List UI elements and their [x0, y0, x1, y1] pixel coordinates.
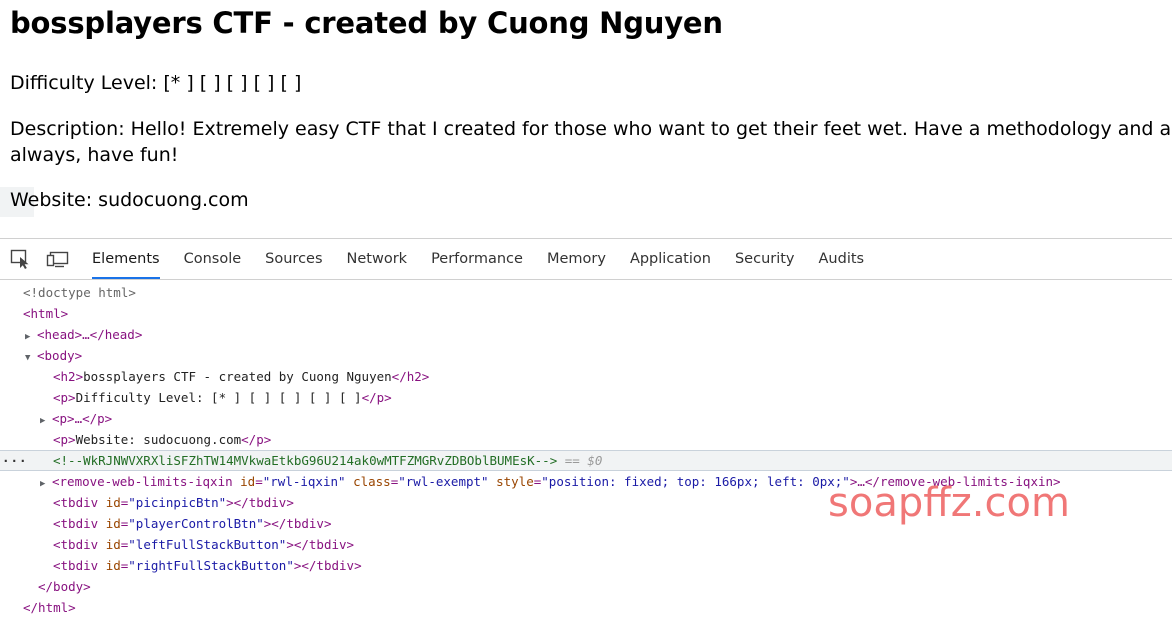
tag-text: </html>	[23, 600, 76, 615]
attr-value: "rwl-iqxin"	[262, 474, 346, 489]
tag-text: <tbdiv	[53, 537, 99, 552]
website-text: Website: sudocuong.com	[10, 189, 249, 211]
node-text: Difficulty Level: [* ] [ ] [ ] [ ] [ ]	[75, 390, 362, 405]
tag-text: <p>	[53, 390, 76, 405]
dom-node-body[interactable]: ▼ <body>	[0, 345, 1172, 366]
attr-name: style	[496, 474, 534, 489]
tag-text: <head>…</head>	[37, 327, 143, 342]
selected-marker: == $0	[564, 453, 603, 468]
tag-text: ></tbdiv>	[263, 516, 332, 531]
tag-text: <body>	[37, 348, 83, 363]
tab-audits[interactable]: Audits	[807, 239, 877, 279]
tag-text: </body>	[38, 579, 91, 594]
tag-text: <html>	[23, 306, 69, 321]
tag-text: ></tbdiv>	[293, 558, 362, 573]
tag-text: <p>	[53, 432, 76, 447]
tab-sources[interactable]: Sources	[253, 239, 334, 279]
tab-security[interactable]: Security	[723, 239, 807, 279]
attr-name: id	[105, 537, 121, 552]
tag-text: <tbdiv	[53, 516, 99, 531]
devtools-toolbar: Elements Console Sources Network Perform…	[0, 238, 1172, 280]
node-text: Website: sudocuong.com	[75, 432, 242, 447]
tab-memory[interactable]: Memory	[535, 239, 618, 279]
device-toolbar-icon[interactable]	[46, 249, 69, 269]
dom-node-comment-selected[interactable]: ··· <!--WkRJNWVXRXliSFZhTW14MVkwaEtkbG96…	[0, 450, 1172, 471]
tab-performance[interactable]: Performance	[419, 239, 535, 279]
dom-node-head[interactable]: ▶ <head>…</head>	[0, 324, 1172, 345]
tag-text: <h2>	[53, 369, 84, 384]
tag-text: <tbdiv	[53, 495, 99, 510]
tag-text: </p>	[241, 432, 272, 447]
attr-value: "position: fixed; top: 166px; left: 0px;…	[541, 474, 850, 489]
comment-text: <!--WkRJNWVXRXliSFZhTW14MVkwaEtkbG96U214…	[53, 453, 558, 468]
tab-application[interactable]: Application	[618, 239, 723, 279]
tag-text: <p>…</p>	[52, 411, 113, 426]
tab-elements[interactable]: Elements	[80, 239, 172, 279]
dom-node-p-difficulty[interactable]: <p>Difficulty Level: [* ] [ ] [ ] [ ] [ …	[0, 387, 1172, 408]
inspect-element-icon[interactable]	[10, 249, 32, 269]
tag-text: ></tbdiv>	[226, 495, 294, 510]
dom-node-body-close[interactable]: </body>	[0, 576, 1172, 597]
attr-name: id	[105, 558, 121, 573]
dom-node-p-description[interactable]: ▶ <p>…</p>	[0, 408, 1172, 429]
dom-node-h2[interactable]: <h2>bossplayers CTF - created by Cuong N…	[0, 366, 1172, 387]
dom-node-html[interactable]: <html>	[0, 303, 1172, 324]
more-options-icon[interactable]: ···	[2, 451, 28, 470]
page-title: bossplayers CTF - created by Cuong Nguye…	[10, 6, 723, 40]
dom-node-doctype[interactable]: <!doctype html>	[0, 282, 1172, 303]
attr-value: "rightFullStackButton"	[128, 558, 294, 573]
tag-text: ></tbdiv>	[286, 537, 355, 552]
page-viewport: bossplayers CTF - created by Cuong Nguye…	[0, 0, 1172, 238]
difficulty-text: Difficulty Level: [* ] [ ] [ ] [ ] [ ]	[10, 72, 302, 94]
attr-name: id	[105, 495, 121, 510]
attr-value: "playerControlBtn"	[128, 516, 264, 531]
attr-value: "rwl-exempt"	[398, 474, 489, 489]
watermark: soapffz.com	[828, 480, 1070, 526]
attr-value: "picinpicBtn"	[128, 495, 227, 510]
tag-text: </h2>	[391, 369, 430, 384]
attr-name: id	[240, 474, 256, 489]
dom-node-html-close[interactable]: </html>	[0, 597, 1172, 618]
tag-text: <remove-web-limits-iqxin	[52, 474, 233, 489]
doctype-text: <!doctype html>	[23, 285, 136, 300]
dom-node-tbdiv[interactable]: <tbdiv id="rightFullStackButton"></tbdiv…	[0, 555, 1172, 576]
attr-name: class	[353, 474, 391, 489]
devtools-tabs: Elements Console Sources Network Perform…	[80, 239, 876, 279]
tag-text: <tbdiv	[53, 558, 99, 573]
attr-value: "leftFullStackButton"	[128, 537, 287, 552]
attr-name: id	[105, 516, 121, 531]
tab-network[interactable]: Network	[335, 239, 420, 279]
description-text: Description: Hello! Extremely easy CTF t…	[10, 118, 1172, 166]
tag-text: </p>	[361, 390, 392, 405]
dom-node-p-website[interactable]: <p>Website: sudocuong.com</p>	[0, 429, 1172, 450]
dom-node-tbdiv[interactable]: <tbdiv id="leftFullStackButton"></tbdiv>	[0, 534, 1172, 555]
devtools-panel: Elements Console Sources Network Perform…	[0, 238, 1172, 626]
node-text: bossplayers CTF - created by Cuong Nguye…	[83, 369, 392, 384]
tab-console[interactable]: Console	[172, 239, 254, 279]
